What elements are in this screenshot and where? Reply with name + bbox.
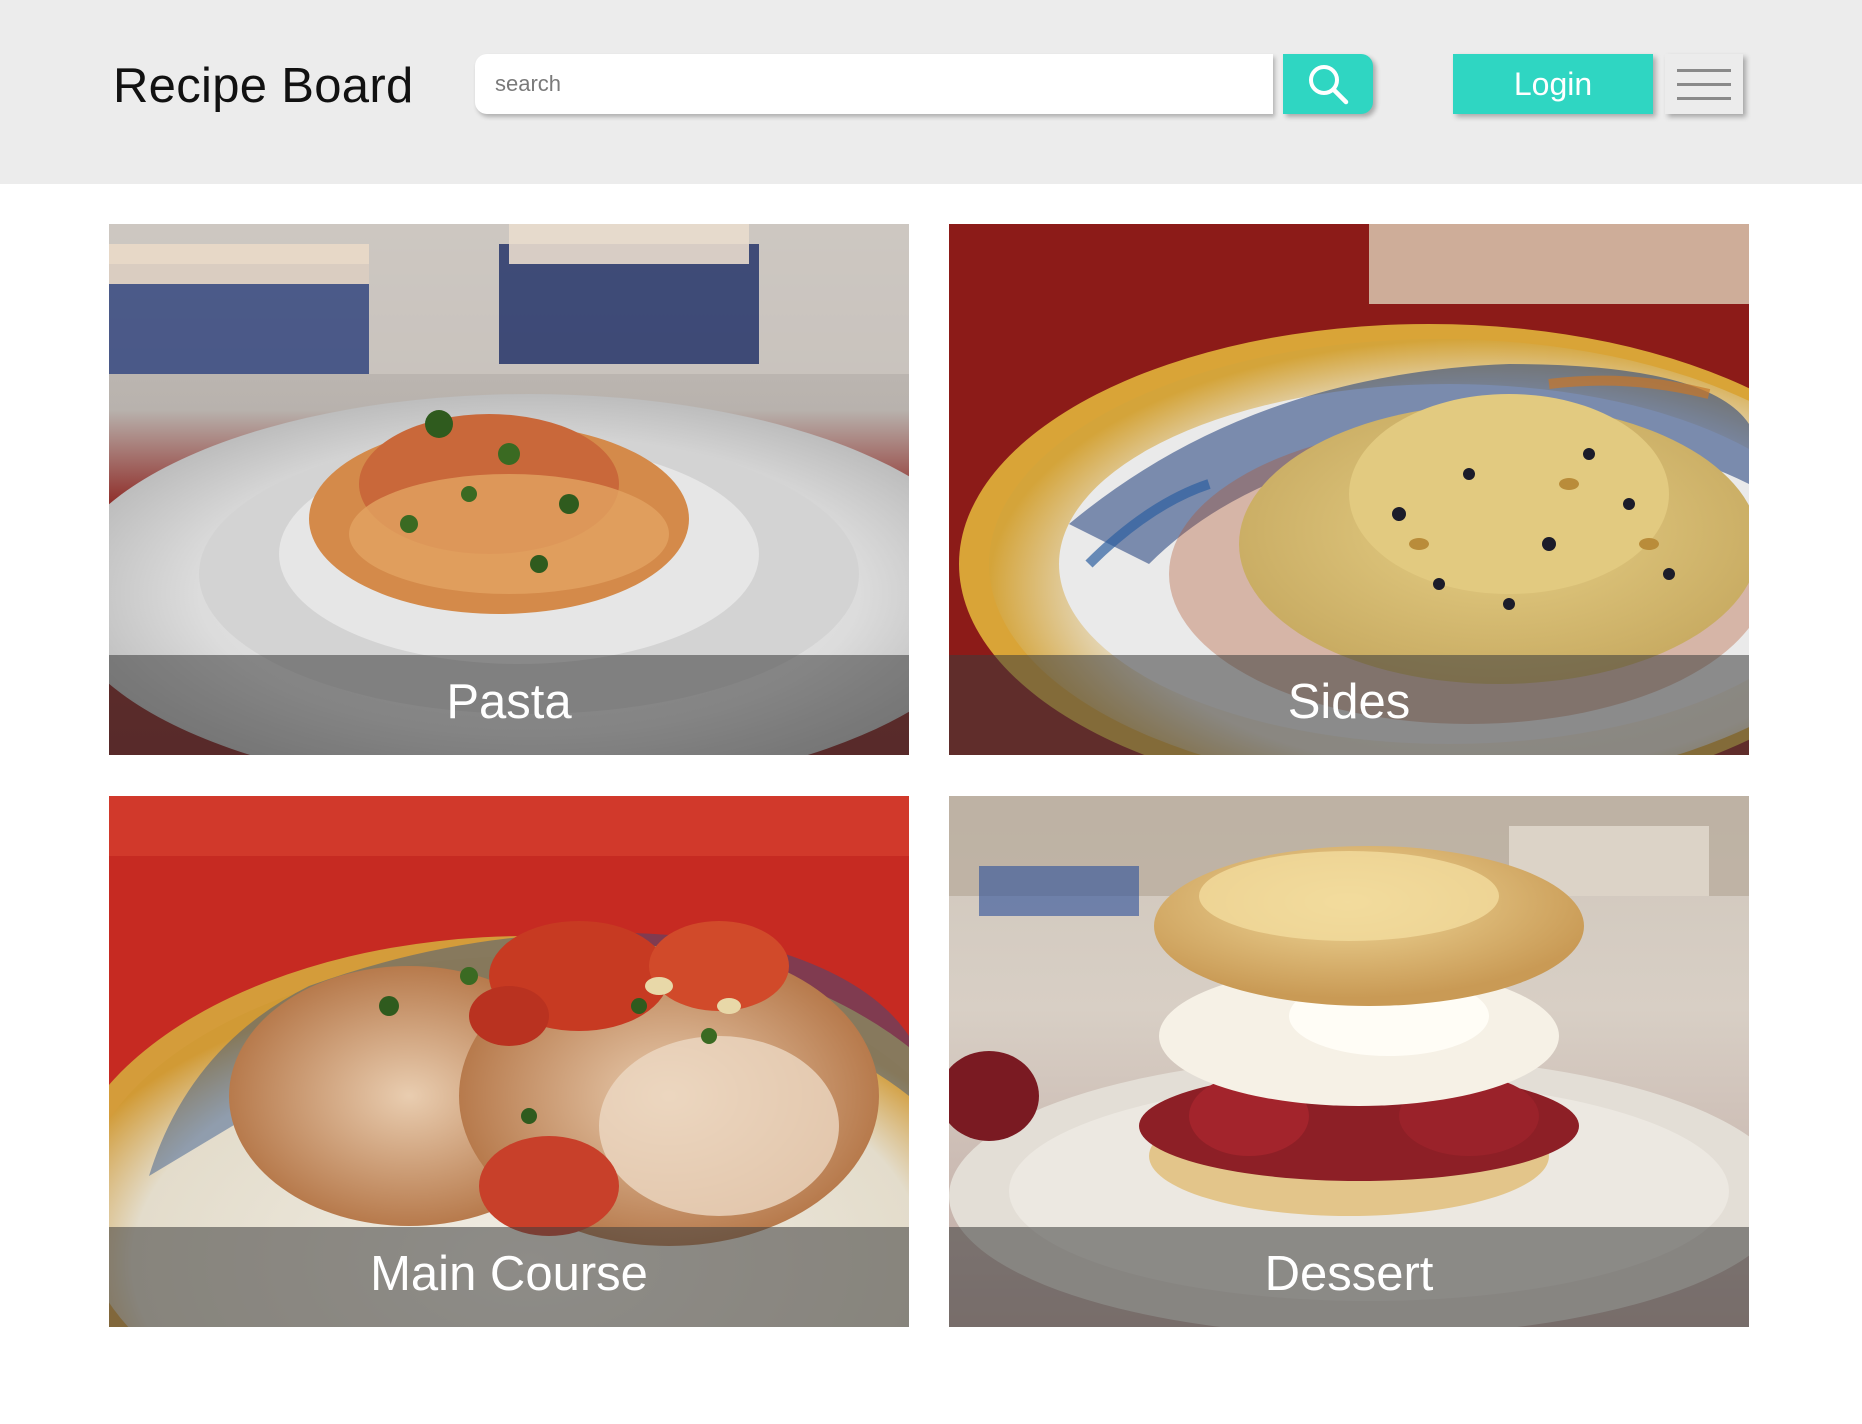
category-tile-dessert[interactable]: Dessert [949,796,1749,1327]
hamburger-menu-icon-bar [1677,96,1731,100]
category-label: Dessert [1264,1247,1434,1301]
hamburger-menu-icon [1677,68,1731,72]
hamburger-menu-icon-bar [1677,82,1731,86]
category-tile-pasta[interactable]: Pasta [109,224,909,755]
category-label: Main Course [370,1247,648,1301]
category-grid: Pasta Sides Main Course Dessert [109,224,1749,1328]
category-tile-main-course[interactable]: Main Course [109,796,909,1327]
app-title: Recipe Board [113,59,414,113]
category-label: Pasta [446,675,572,729]
login-button[interactable]: Login [1453,54,1653,114]
search-button[interactable] [1283,54,1373,114]
header-bar: Recipe Board Login [0,0,1862,184]
category-tile-sides[interactable]: Sides [949,224,1749,755]
category-label: Sides [1287,675,1411,729]
search-input[interactable] [475,54,1273,114]
menu-button[interactable] [1665,54,1743,114]
search-icon [1306,62,1350,106]
